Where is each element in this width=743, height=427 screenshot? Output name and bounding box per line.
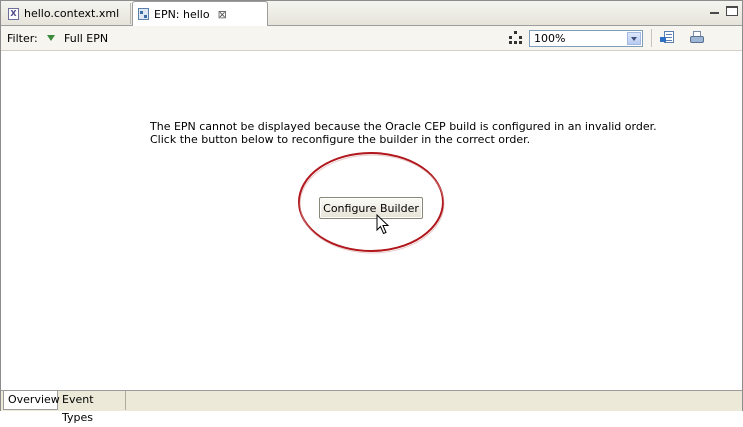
minimize-icon[interactable] (709, 6, 721, 16)
zoom-value: 100% (534, 32, 566, 45)
filter-label: Filter: (7, 32, 38, 45)
tab-hello-context-xml[interactable]: X hello.context.xml (3, 3, 131, 24)
tab-epn-hello[interactable]: EPN: hello ⊠ (132, 1, 268, 26)
error-message-line-1: The EPN cannot be displayed because the … (150, 120, 657, 133)
error-message-line-2: Click the button below to reconfigure th… (150, 133, 531, 146)
chevron-down-icon[interactable] (627, 32, 641, 45)
epn-canvas: The EPN cannot be displayed because the … (1, 51, 742, 389)
tab-overview[interactable]: Overview (3, 391, 60, 410)
epn-diagram-icon (138, 8, 149, 20)
bottom-tab-strip: Overview Event Types (1, 390, 742, 424)
print-icon[interactable] (689, 30, 705, 46)
layout-icon[interactable] (509, 31, 523, 45)
xml-file-icon: X (8, 7, 19, 20)
editor-window: X hello.context.xml EPN: hello ⊠ Filter:… (0, 0, 743, 424)
toolbar-separator (651, 29, 652, 47)
tab-label: EPN: hello (154, 7, 210, 21)
editor-tab-strip: X hello.context.xml EPN: hello ⊠ (1, 1, 742, 26)
window-controls (709, 6, 738, 16)
tab-event-types[interactable]: Event Types (58, 391, 126, 424)
maximize-icon[interactable] (726, 6, 738, 16)
error-message: The EPN cannot be displayed because the … (150, 120, 657, 146)
tab-label: hello.context.xml (24, 7, 120, 20)
zoom-select[interactable]: 100% (529, 30, 643, 47)
epn-toolbar: Filter: Full EPN 100% (1, 26, 742, 51)
close-icon[interactable]: ⊠ (218, 8, 227, 21)
export-image-icon[interactable] (660, 30, 676, 46)
configure-builder-button[interactable]: Configure Builder (319, 197, 423, 219)
filter-dropdown-icon[interactable] (47, 35, 55, 41)
filter-value[interactable]: Full EPN (64, 32, 108, 45)
